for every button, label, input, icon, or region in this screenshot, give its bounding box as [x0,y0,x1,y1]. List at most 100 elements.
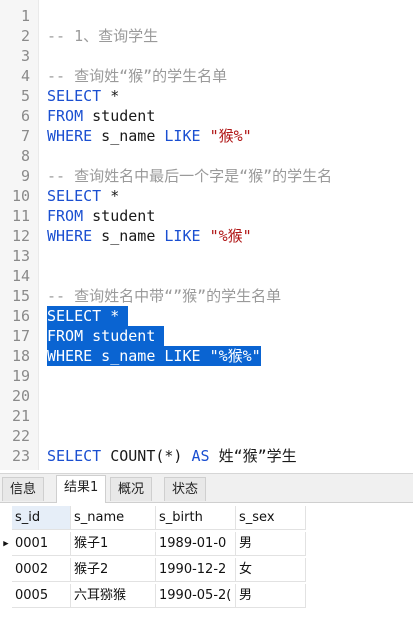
code-token: -- 1、查询学生 [47,27,159,45]
code-token: SELECT [47,447,102,465]
line-number: 15 [11,287,30,305]
table-row[interactable]: ▶ 0001 猴子1 1989-01-0 男 [0,532,306,556]
table-cell[interactable]: 男 [236,532,306,556]
line-number: 11 [11,207,30,225]
code-line[interactable]: 1 [0,6,413,26]
code-line[interactable]: 13 [0,246,413,266]
code-token: WHERE [47,227,93,245]
table-cell[interactable]: 女 [236,558,306,582]
code-line[interactable]: 19 [0,366,413,386]
code-token: -- 查询姓名中带“”猴”的学生名单 [47,287,282,305]
code-token: FROM [47,327,84,345]
table-cell[interactable]: 0001 [12,532,71,556]
code-text: WHERE s_name LIKE "猴%" [47,126,252,146]
line-number: 12 [11,227,30,245]
line-number: 18 [11,347,30,365]
code-token: "%猴" [209,227,252,245]
line-number: 13 [11,247,30,265]
code-token: AS [191,447,210,465]
code-line[interactable]: 23 SELECT COUNT(*) AS 姓“猴”学生 [0,446,413,466]
code-token: FROM [47,207,84,225]
current-row-indicator-icon: ▶ [3,539,9,549]
column-header-s-name[interactable]: s_name [71,506,156,530]
code-token: student [83,207,156,225]
line-number: 7 [20,127,30,145]
code-line[interactable]: 4 -- 查询姓“猴”的学生名单 [0,66,413,86]
line-number: 2 [20,27,30,45]
code-line[interactable]: 9 -- 查询姓名中最后一个字是“猴”的学生名 [0,166,413,186]
column-header-s-birth[interactable]: s_birth [156,506,236,530]
code-line[interactable]: 2 -- 1、查询学生 [0,26,413,46]
column-header-s-id[interactable]: s_id [12,506,71,530]
code-text: SELECT * [47,86,119,106]
code-line[interactable]: 21 [0,406,413,426]
code-text: FROM student [47,206,155,226]
code-token: FROM [47,107,84,125]
line-number: 23 [11,447,30,465]
grid-header-row: s_id s_name s_birth s_sex [0,506,306,530]
table-cell[interactable]: 0002 [12,558,71,582]
table-cell[interactable]: 六耳猕猴 [71,584,156,608]
table-cell[interactable]: 猴子2 [71,558,156,582]
line-number: 1 [20,7,30,25]
code-token: * [101,187,120,205]
table-cell[interactable]: 1990-05-2( [156,584,236,608]
code-token: SELECT [47,307,102,325]
code-token: LIKE [164,227,201,245]
line-number: 9 [20,167,30,185]
code-line[interactable]: 6 FROM student [0,106,413,126]
code-line[interactable]: 11 FROM student [0,206,413,226]
code-token: SELECT [47,87,102,105]
code-token: -- 查询姓“猴”的学生名单 [47,67,228,85]
column-header-s-sex[interactable]: s_sex [236,506,306,530]
table-row[interactable]: 0005 六耳猕猴 1990-05-2( 男 [0,584,306,608]
code-token: * [101,87,120,105]
code-token: s_name [92,347,165,365]
code-token: s_name [92,127,165,145]
code-token: WHERE [47,127,93,145]
code-token: SELECT [47,187,102,205]
line-number: 8 [20,147,30,165]
code-text: -- 查询姓名中带“”猴”的学生名单 [47,286,281,306]
code-token: "猴%" [209,127,252,145]
line-number: 4 [20,67,30,85]
code-line[interactable]: 18 WHERE s_name LIKE "%猴%" [0,346,413,366]
code-line[interactable]: 12 WHERE s_name LIKE "%猴" [0,226,413,246]
code-line[interactable]: 7 WHERE s_name LIKE "猴%" [0,126,413,146]
code-line[interactable]: 3 [0,46,413,66]
code-text: -- 1、查询学生 [47,26,158,46]
sql-editor[interactable]: 1 2 -- 1、查询学生 3 4 -- 查询姓“猴”的学生名单 5 SELECT * 6 FRO… [0,0,413,470]
code-line[interactable]: 8 [0,146,413,166]
selected-code-text: WHERE s_name LIKE "%猴%" [47,346,261,366]
code-line[interactable]: 10 SELECT * [0,186,413,206]
table-row[interactable]: 0002 猴子2 1990-12-2 女 [0,558,306,582]
table-cell[interactable]: 1990-12-2 [156,558,236,582]
code-line[interactable]: 16 SELECT * [0,306,413,326]
tab-info[interactable]: 信息 [2,477,45,501]
line-number: 3 [20,47,30,65]
code-line[interactable]: 5 SELECT * [0,86,413,106]
code-line[interactable]: 15 -- 查询姓名中带“”猴”的学生名单 [0,286,413,306]
code-line[interactable]: 17 FROM student [0,326,413,346]
code-text: FROM student [47,106,155,126]
tab-result1[interactable]: 结果1 [56,475,107,503]
code-token: LIKE [164,347,201,365]
tab-status[interactable]: 状态 [164,477,207,501]
tab-profile[interactable]: 概况 [110,477,153,501]
code-line[interactable]: 22 [0,426,413,446]
table-cell[interactable]: 男 [236,584,306,608]
code-line[interactable]: 20 [0,386,413,406]
code-line[interactable]: 14 [0,266,413,286]
table-cell[interactable]: 0005 [12,584,71,608]
line-number: 10 [11,187,30,205]
table-cell[interactable]: 1989-01-0 [156,532,236,556]
line-number: 6 [20,107,30,125]
code-text: SELECT COUNT(*) AS 姓“猴”学生 [47,446,297,466]
result-tabs: 信息 结果1 概况 状态 [0,473,413,503]
line-number: 14 [11,267,30,285]
code-token: student [83,327,165,345]
table-cell[interactable]: 猴子1 [71,532,156,556]
